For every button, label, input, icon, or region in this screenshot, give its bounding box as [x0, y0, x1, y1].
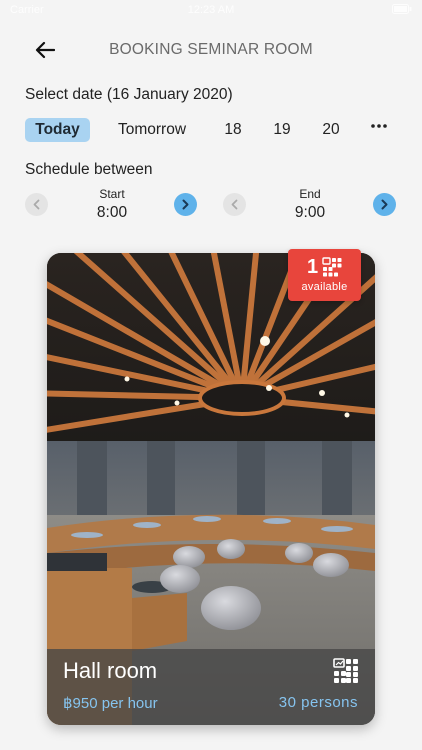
- status-bar: Carrier 12:23 AM: [0, 0, 422, 22]
- chevron-left-icon: [231, 199, 238, 210]
- date-option-tomorrow[interactable]: Tomorrow: [111, 118, 193, 142]
- start-caption: Start: [99, 187, 125, 201]
- chevron-right-icon: [381, 199, 388, 210]
- room-name: Hall room: [63, 658, 158, 683]
- more-dots-icon: [371, 124, 387, 128]
- page-title: BOOKING SEMINAR ROOM: [109, 41, 313, 58]
- end-next-button[interactable]: [373, 193, 396, 216]
- room-price: ฿950 per hour: [63, 695, 158, 712]
- end-time: End 9:00: [281, 187, 339, 222]
- end-caption: End: [299, 187, 321, 201]
- clock: 12:23 AM: [187, 4, 235, 16]
- seating-icon: [322, 257, 342, 277]
- app-header: BOOKING SEMINAR ROOM: [0, 32, 422, 68]
- schedule-label: Schedule between: [25, 161, 153, 178]
- schedule-selector: Start 8:00 End 9:00: [25, 187, 405, 223]
- battery-icon: [392, 4, 412, 17]
- start-prev-button[interactable]: [25, 193, 48, 216]
- seating-layout-icon: [333, 658, 358, 683]
- more-dates-button[interactable]: [371, 116, 387, 134]
- end-prev-button[interactable]: [223, 193, 246, 216]
- date-option-18[interactable]: 18: [221, 118, 245, 142]
- date-option-today[interactable]: Today: [25, 118, 90, 142]
- end-value: 9:00: [294, 204, 326, 221]
- room-info-bar: Hall room ฿950 per hour 30 persons: [47, 649, 375, 725]
- date-option-19[interactable]: 19: [270, 118, 294, 142]
- available-label: available: [301, 281, 348, 293]
- chevron-left-icon: [33, 199, 40, 210]
- room-capacity: 30 persons: [278, 694, 358, 711]
- start-next-button[interactable]: [174, 193, 197, 216]
- available-count: 1: [306, 255, 319, 278]
- select-date-label: Select date (16 January 2020): [25, 86, 233, 103]
- date-option-20[interactable]: 20: [319, 118, 343, 142]
- date-selector: Today Tomorrow 18 19 20: [25, 118, 405, 142]
- chevron-right-icon: [182, 199, 189, 210]
- availability-badge: 1 available: [288, 249, 361, 301]
- start-value: 8:00: [96, 204, 128, 221]
- start-time: Start 8:00: [83, 187, 141, 222]
- room-card[interactable]: Hall room ฿950 per hour 30 persons: [47, 253, 375, 725]
